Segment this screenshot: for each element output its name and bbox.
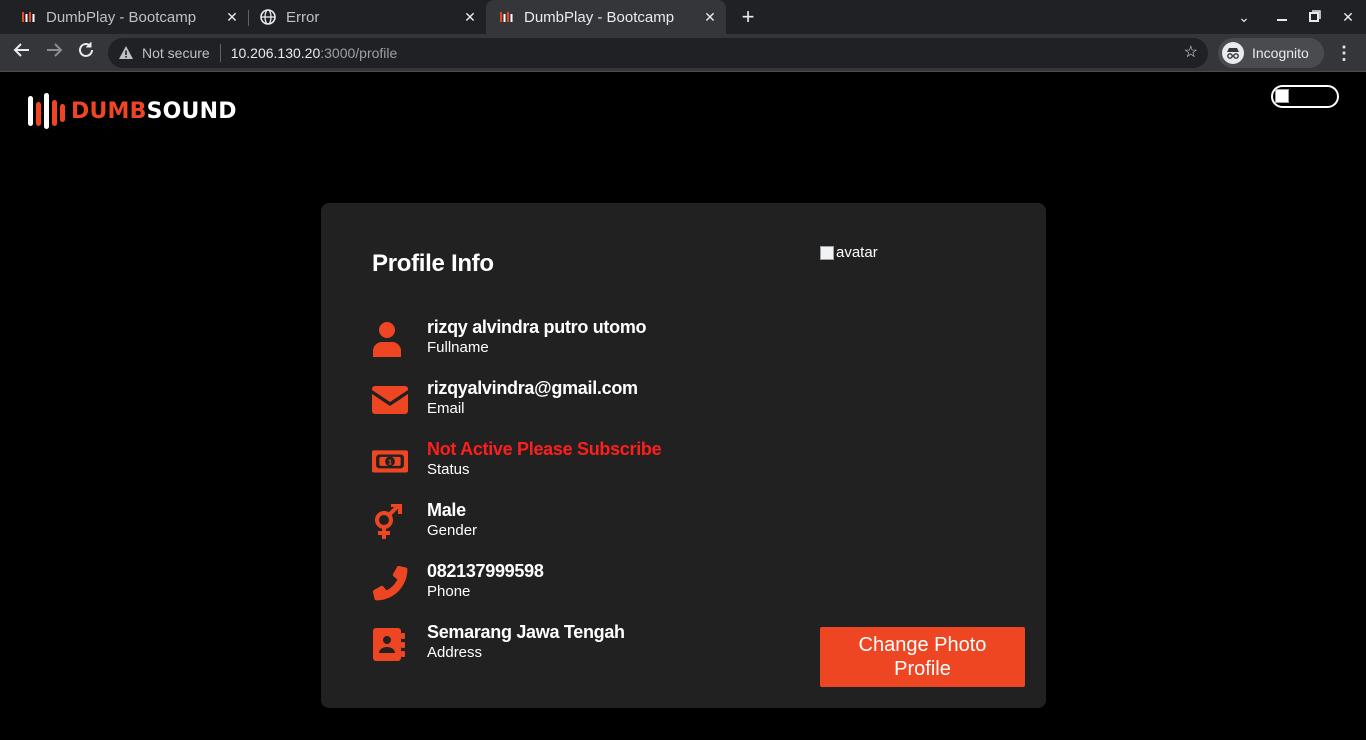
fullname-label: Fullname <box>427 339 489 356</box>
security-label: Not secure <box>142 45 210 61</box>
logo-bars-icon <box>28 93 65 129</box>
email-label: Email <box>427 400 465 417</box>
close-window-icon[interactable]: ✕ <box>1336 5 1360 29</box>
url-host: 10.206.130.20 <box>230 45 321 61</box>
browser-toolbar: Not secure 10.206.130.20:3000/profile ☆ … <box>0 34 1366 72</box>
address-value: Semarang Jawa Tengah <box>427 622 625 642</box>
close-icon[interactable]: ✕ <box>462 9 478 25</box>
tab-title: DumbPlay - Bootcamp De <box>524 8 674 26</box>
browser-tab-1[interactable]: DumbPlay - Bootcamp De ✕ <box>8 0 248 34</box>
bookmark-star-icon[interactable]: ☆ <box>1184 44 1198 62</box>
restore-icon[interactable] <box>1303 5 1327 29</box>
incognito-label: Incognito <box>1252 45 1309 61</box>
phone-icon <box>372 565 408 601</box>
kebab-menu-icon[interactable]: ⋮ <box>1334 41 1354 65</box>
profile-field-email: rizqyalvindra@gmail.com Email <box>372 378 792 428</box>
incognito-indicator[interactable]: Incognito <box>1218 38 1324 68</box>
browser-tab-bar: DumbPlay - Bootcamp De ✕ Error ✕ DumbPla… <box>0 0 1366 34</box>
address-book-icon <box>373 628 405 661</box>
tab-search-chevron-icon[interactable]: ⌄ <box>1232 5 1256 29</box>
back-arrow-icon[interactable] <box>10 41 34 65</box>
minimize-icon[interactable] <box>1270 5 1294 29</box>
profile-field-phone: 082137999598 Phone <box>372 561 792 611</box>
page: DUMBSOUND Profile Info rizqy alvindra pu… <box>0 73 1366 740</box>
gender-label: Gender <box>427 522 478 539</box>
profile-avatar-image: avatar <box>820 244 878 261</box>
change-photo-profile-button[interactable]: Change Photo Profile <box>820 627 1025 687</box>
close-icon[interactable]: ✕ <box>224 9 240 25</box>
profile-field-gender: Male Gender <box>372 500 792 550</box>
status-value: Not Active Please Subscribe <box>427 439 662 459</box>
reload-icon[interactable] <box>74 41 98 65</box>
profile-card: Profile Info rizqy alvindra putro utomo … <box>321 203 1046 708</box>
dumbsound-favicon-icon <box>20 9 36 25</box>
browser-tab-3-active[interactable]: DumbPlay - Bootcamp De ✕ <box>486 0 726 34</box>
profile-field-address: Semarang Jawa Tengah Address <box>372 622 792 672</box>
logo-text: DUMBSOUND <box>71 99 237 124</box>
phone-value: 082137999598 <box>427 561 544 581</box>
tab-title: DumbPlay - Bootcamp De <box>46 8 196 26</box>
logo-text-dumb: DUMB <box>71 98 147 124</box>
incognito-icon <box>1222 42 1244 64</box>
forward-arrow-icon[interactable] <box>42 41 66 65</box>
money-bill-icon: 1 <box>372 450 408 473</box>
broken-image-icon <box>820 245 834 260</box>
fullname-value: rizqy alvindra putro utomo <box>427 317 647 337</box>
divider <box>219 44 221 62</box>
email-value: rizqyalvindra@gmail.com <box>427 378 638 398</box>
close-icon[interactable]: ✕ <box>702 9 718 25</box>
globe-icon <box>260 9 276 25</box>
svg-text:1: 1 <box>388 457 392 466</box>
app-logo[interactable]: DUMBSOUND <box>27 92 237 130</box>
profile-field-fullname: rizqy alvindra putro utomo Fullname <box>372 317 792 367</box>
broken-image-icon <box>1275 89 1289 103</box>
page-title: Profile Info <box>372 250 494 277</box>
warning-icon[interactable] <box>118 45 134 61</box>
browser-tab-2[interactable]: Error ✕ <box>248 0 486 34</box>
user-icon <box>373 322 401 357</box>
url-path: :3000/profile <box>320 45 398 61</box>
gender-value: Male <box>427 500 466 520</box>
dumbsound-favicon-icon <box>498 9 514 25</box>
gender-icon <box>375 504 402 539</box>
address-label: Address <box>427 644 483 661</box>
user-avatar-button[interactable] <box>1271 85 1339 108</box>
status-label: Status <box>427 461 470 478</box>
profile-field-status: 1 Not Active Please Subscribe Status <box>372 439 792 489</box>
address-bar[interactable]: Not secure 10.206.130.20:3000/profile ☆ <box>108 38 1208 68</box>
envelope-icon <box>372 386 408 414</box>
tab-title: Error <box>286 8 320 26</box>
logo-text-sound: SOUND <box>146 98 237 124</box>
phone-label: Phone <box>427 583 471 600</box>
avatar-alt-text: avatar <box>836 244 878 261</box>
new-tab-icon[interactable]: + <box>736 5 760 29</box>
